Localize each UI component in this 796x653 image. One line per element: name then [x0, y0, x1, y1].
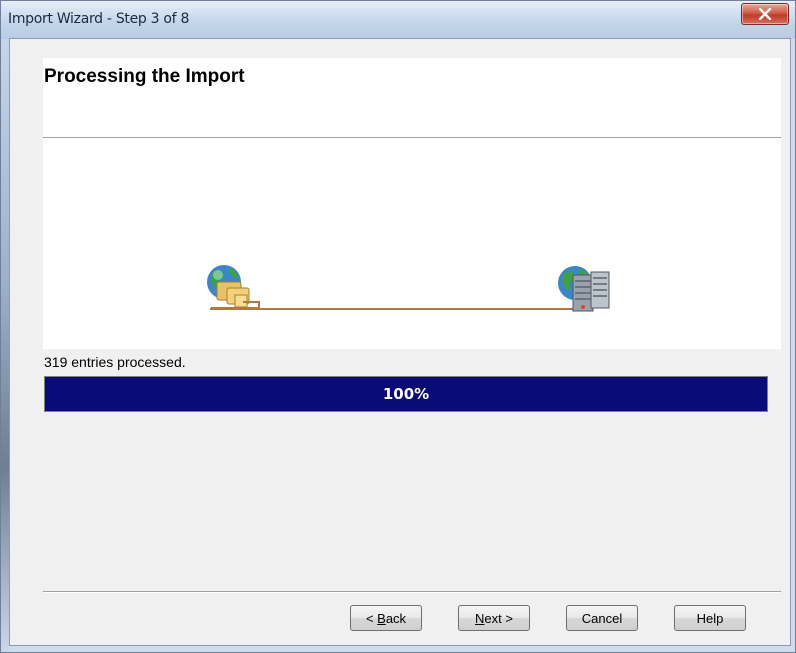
window-frame-left: [1, 39, 9, 652]
close-icon: [758, 8, 772, 20]
window-title: Import Wizard - Step 3 of 8: [8, 11, 190, 27]
wizard-content: Processing the Import 319 entries proces…: [9, 38, 791, 646]
transfer-graphic: [43, 139, 781, 349]
back-mnemonic: B: [377, 611, 386, 626]
progress-percent: 100%: [382, 385, 430, 403]
globe-with-server-icon: [555, 263, 617, 324]
globe-with-folders-icon: [203, 262, 263, 319]
entries-processed-status: 319 entries processed.: [44, 354, 186, 370]
back-prefix: <: [365, 611, 378, 626]
footer-divider: [43, 591, 781, 593]
connection-line: [210, 308, 578, 310]
import-progress-bar: 100%: [44, 376, 768, 412]
close-button[interactable]: [741, 3, 789, 25]
help-button[interactable]: Help: [674, 605, 746, 631]
next-mnemonic: N: [475, 611, 485, 626]
next-button[interactable]: Next >: [458, 605, 530, 631]
cancel-button[interactable]: Cancel: [566, 605, 638, 631]
page-title: Processing the Import: [44, 66, 245, 87]
import-wizard-window: Import Wizard - Step 3 of 8 Processing t…: [0, 0, 796, 653]
back-label: ack: [385, 611, 407, 626]
next-label: ext >: [484, 611, 513, 626]
back-button[interactable]: < Back: [350, 605, 422, 631]
title-bar[interactable]: Import Wizard - Step 3 of 8: [1, 1, 795, 39]
